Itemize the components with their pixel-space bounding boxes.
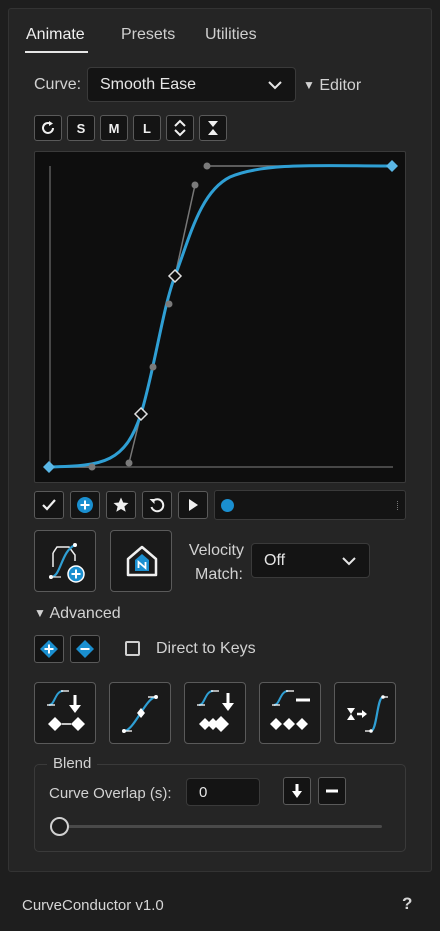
curve-editor-graph[interactable] <box>34 151 406 483</box>
remove-key-button[interactable] <box>70 635 100 663</box>
apply-keys-icon <box>47 690 85 731</box>
remove-from-keys-button[interactable] <box>259 682 321 744</box>
start-key-diamond[interactable] <box>43 461 55 473</box>
add-curve-preset-button[interactable] <box>34 530 96 592</box>
chevron-down-icon <box>342 557 356 566</box>
tab-utilities[interactable]: Utilities <box>205 26 257 44</box>
add-point-button[interactable] <box>70 491 100 519</box>
tab-animate[interactable]: Animate <box>25 26 88 53</box>
timeline-end-marker <box>397 501 398 510</box>
apply-multi-keys-icon <box>197 690 234 732</box>
remove-keys-icon <box>270 690 310 730</box>
blend-legend: Blend <box>47 755 98 772</box>
check-icon <box>42 499 56 511</box>
play-icon <box>189 499 198 511</box>
arrow-down-icon <box>292 784 302 798</box>
version-label: CurveConductor v1.0 <box>22 897 164 914</box>
timeline-playhead[interactable] <box>221 499 234 512</box>
direct-to-keys-checkbox[interactable] <box>125 641 140 656</box>
triangle-down-icon: ▼ <box>34 606 46 620</box>
curve-select[interactable]: Smooth Ease <box>87 67 296 102</box>
footer: CurveConductor v1.0 ? <box>0 880 440 931</box>
editor-toggle[interactable]: ▼ Editor <box>303 77 361 95</box>
collapse-icon <box>208 121 218 135</box>
minus-icon <box>326 789 338 793</box>
curve-overlap-input[interactable]: 0 <box>186 778 260 806</box>
apply-multiple-keys-button[interactable] <box>184 682 246 744</box>
handle-dot[interactable] <box>125 459 133 467</box>
curve-label: Curve: <box>34 76 82 93</box>
add-key-button[interactable] <box>34 635 64 663</box>
play-button[interactable] <box>178 491 208 519</box>
advanced-toggle-label: Advanced <box>49 605 121 622</box>
size-m-button[interactable]: M <box>100 115 128 141</box>
curve-select-value: Smooth Ease <box>100 76 197 93</box>
end-key-diamond[interactable] <box>386 160 398 172</box>
favorite-button[interactable] <box>106 491 136 519</box>
plus-circle-icon <box>77 497 93 513</box>
normalize-button[interactable] <box>110 530 172 592</box>
collapse-button[interactable] <box>199 115 227 141</box>
remove-diamond-icon <box>76 640 94 658</box>
compress-curve-icon <box>347 695 388 733</box>
curve-overlap-label: Curve Overlap (s): <box>49 785 172 802</box>
size-s-label: S <box>76 120 86 136</box>
velocity-label-line2: Match: <box>194 566 243 583</box>
expand-button[interactable] <box>166 115 194 141</box>
velocity-label-line1: Velocity <box>188 542 244 559</box>
velocity-match-value: Off <box>264 552 286 569</box>
undo-button[interactable] <box>142 491 172 519</box>
compress-curve-button[interactable] <box>334 682 396 744</box>
apply-button[interactable] <box>34 491 64 519</box>
direct-to-keys-label: Direct to Keys <box>156 640 256 657</box>
undo-icon <box>149 498 165 513</box>
slider-thumb[interactable] <box>50 817 69 836</box>
apply-to-keys-button[interactable] <box>34 682 96 744</box>
size-s-button[interactable]: S <box>67 115 95 141</box>
home-n-icon <box>126 545 158 577</box>
add-diamond-icon <box>40 640 58 658</box>
curve-graph-svg <box>43 160 398 473</box>
curve-between-icon <box>122 695 158 733</box>
tab-presets[interactable]: Presets <box>121 26 175 44</box>
handle-dot[interactable] <box>165 300 173 308</box>
add-curve-icon <box>49 543 85 583</box>
advanced-toggle[interactable]: ▼ Advanced <box>34 605 121 623</box>
overlap-down-button[interactable] <box>283 777 311 805</box>
expand-icon <box>174 119 186 137</box>
velocity-match-select[interactable]: Off <box>251 543 370 578</box>
size-l-label: L <box>143 120 151 136</box>
preview-timeline[interactable] <box>214 490 406 520</box>
reset-curve-button[interactable] <box>34 115 62 141</box>
chevron-down-icon <box>268 81 282 90</box>
handle-dot[interactable] <box>149 363 157 371</box>
size-l-button[interactable]: L <box>133 115 161 141</box>
curve-overlap-slider[interactable] <box>50 816 382 838</box>
help-button[interactable]: ? <box>402 894 412 914</box>
size-m-label: M <box>108 120 120 136</box>
curve-between-keys-button[interactable] <box>109 682 171 744</box>
ease-curve <box>48 164 393 469</box>
star-icon <box>113 497 129 512</box>
handle-dot[interactable] <box>191 181 199 189</box>
editor-toggle-label: Editor <box>319 77 362 94</box>
slider-track <box>60 825 382 828</box>
handle-dot[interactable] <box>88 463 96 471</box>
triangle-down-icon: ▼ <box>303 78 315 92</box>
handle-dot[interactable] <box>203 162 211 170</box>
mid-key-diamond[interactable] <box>167 268 183 284</box>
overlap-reset-button[interactable] <box>318 777 346 805</box>
refresh-icon <box>42 121 54 134</box>
mid-key-diamond[interactable] <box>133 406 149 422</box>
